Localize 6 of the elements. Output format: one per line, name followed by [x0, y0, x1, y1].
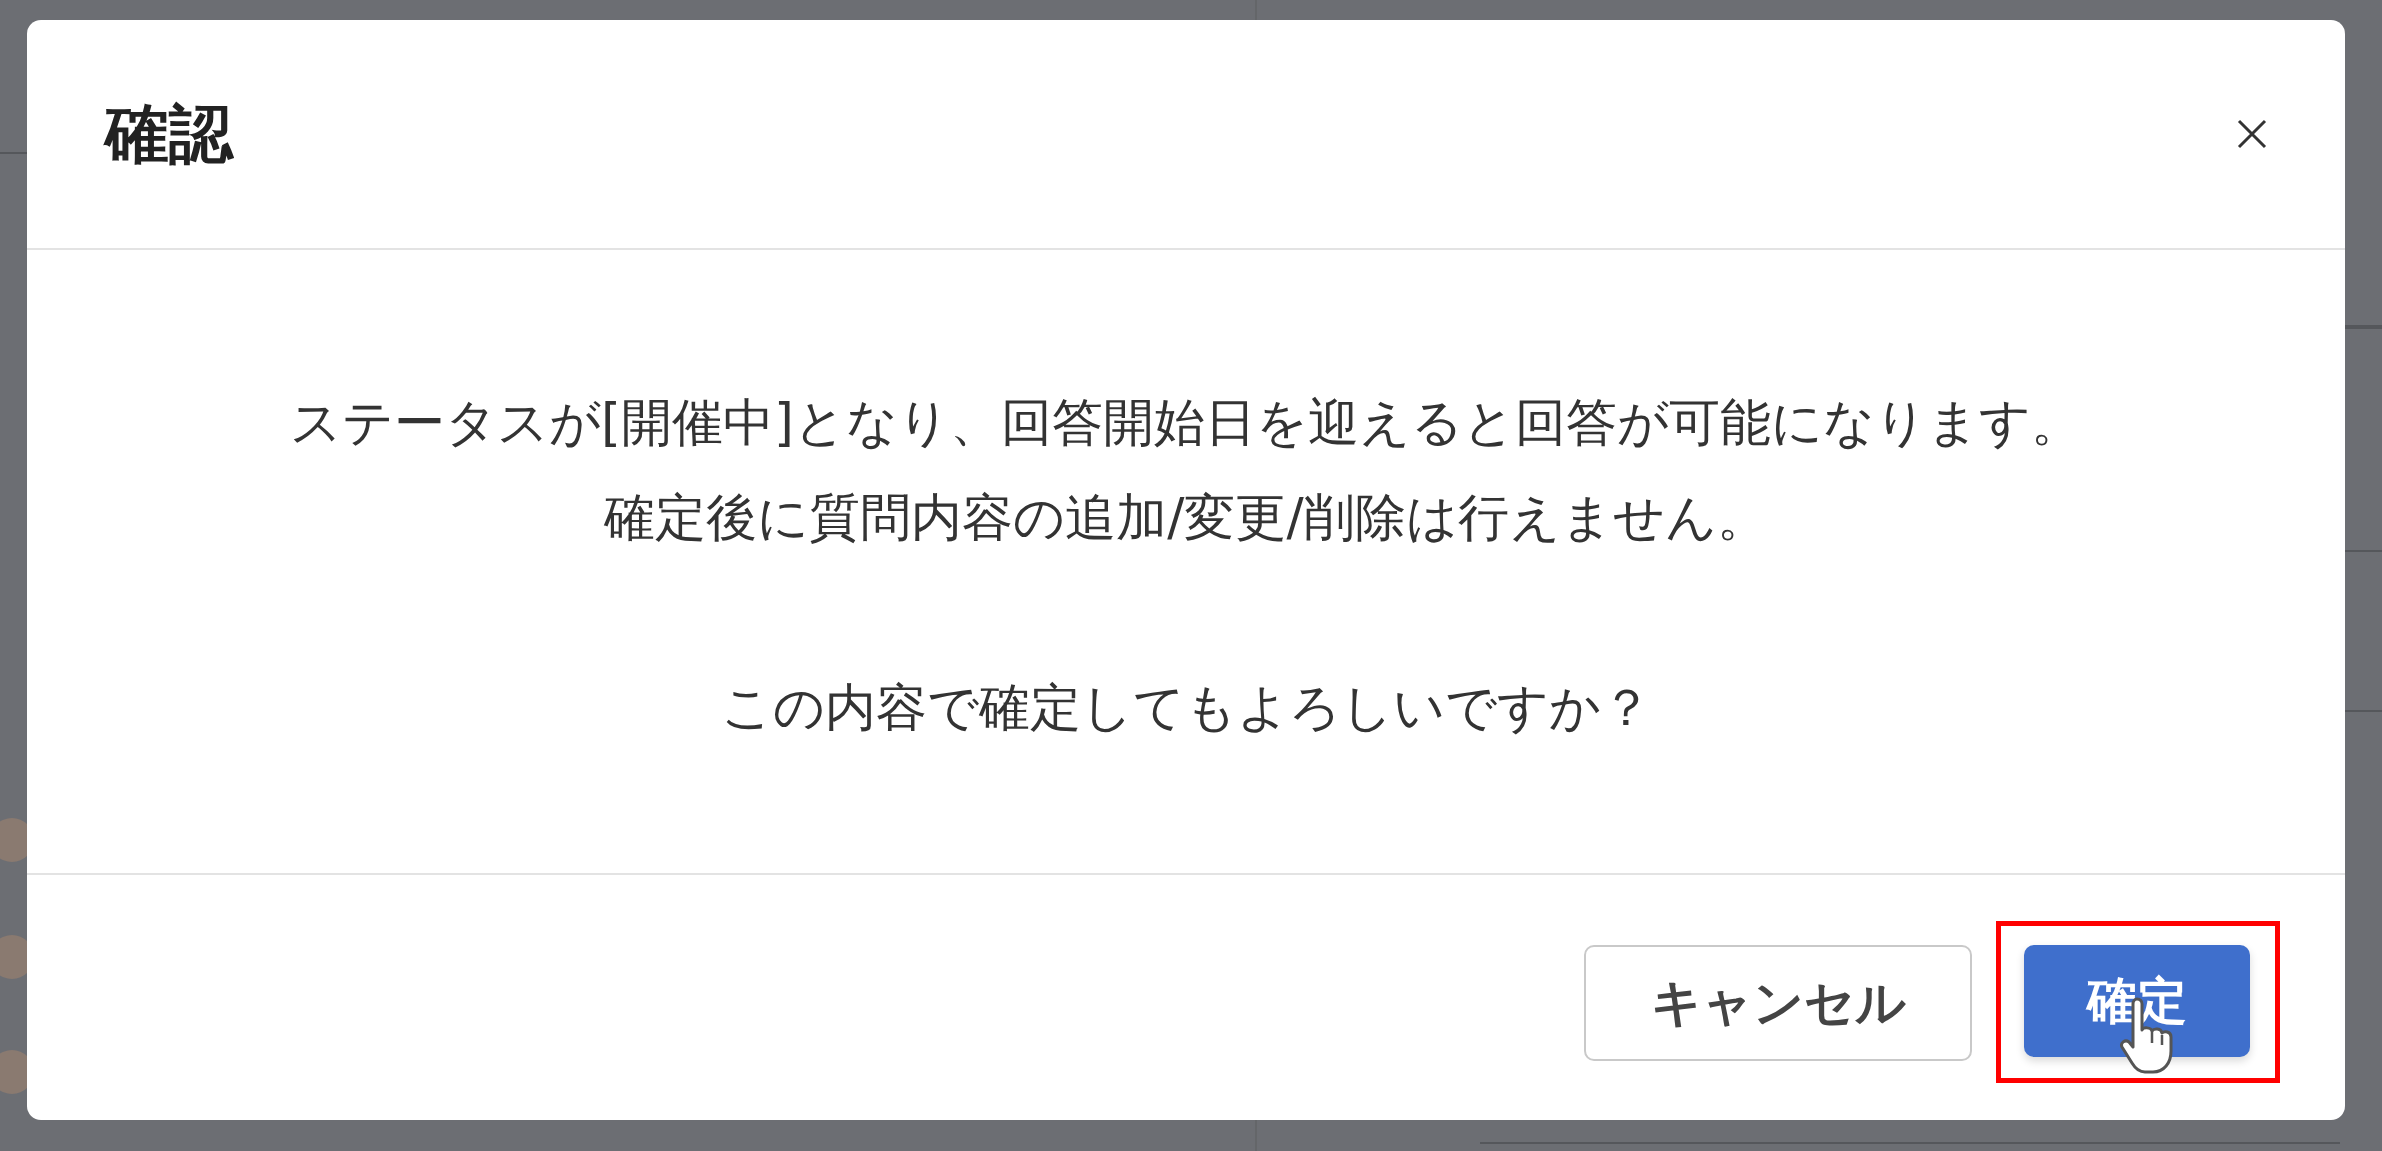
cancel-button[interactable]: キャンセル [1584, 945, 1972, 1061]
message-text: ステータスが[開催中]となり、回答開始日を迎えると回答が可能になります。 確定後に質問内容の追加/変更/削除は行えません。 [290, 392, 2082, 549]
message-text: この内容で確定してもよろしいですか？ [720, 677, 1652, 739]
confirm-button[interactable]: 確定 [2024, 945, 2250, 1057]
close-icon [2237, 119, 2267, 149]
dialog-title: 確認 [105, 95, 233, 173]
